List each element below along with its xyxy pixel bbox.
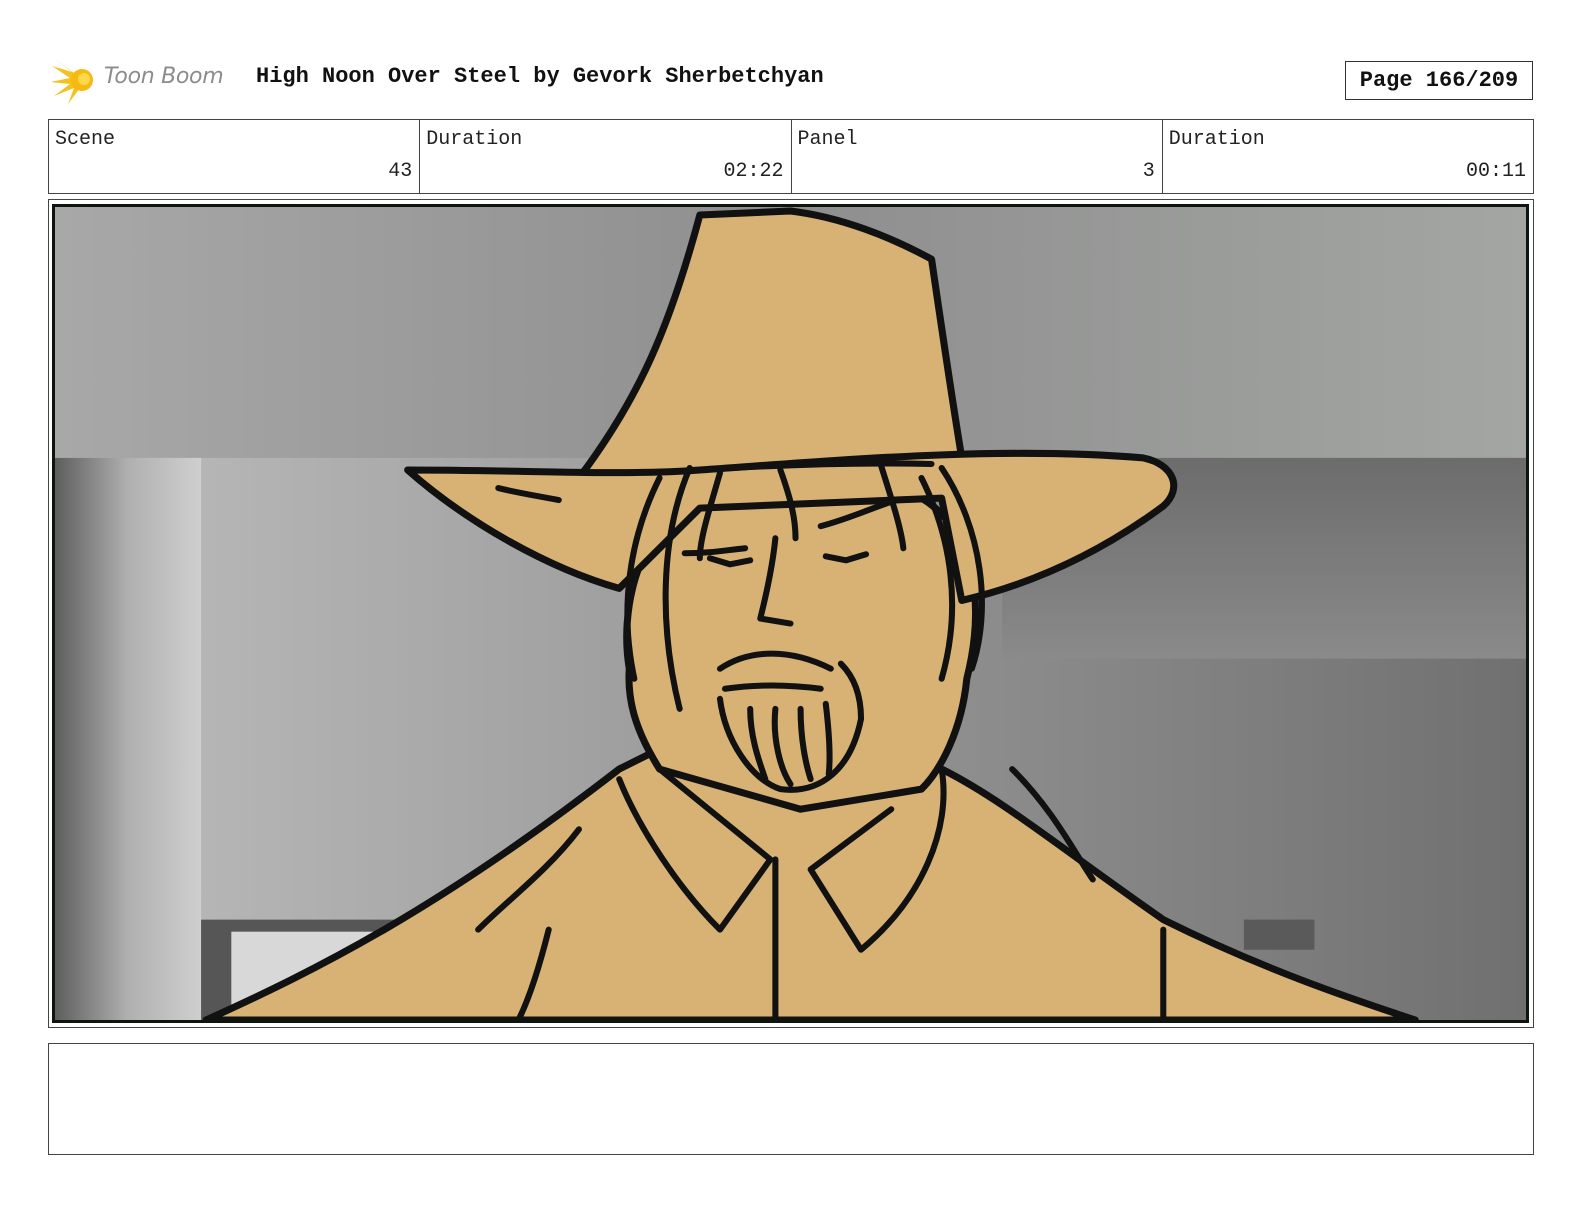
scene-label: Scene bbox=[55, 128, 116, 151]
scene-duration-value: 02:22 bbox=[723, 160, 784, 183]
logo-text: Toon Boom bbox=[104, 64, 224, 89]
page-number: Page 166/209 bbox=[1345, 61, 1533, 100]
storyboard-panel-image bbox=[52, 204, 1529, 1023]
document-title: High Noon Over Steel by Gevork Sherbetch… bbox=[256, 64, 824, 89]
info-table: Scene 43 Duration 02:22 Panel 3 Duration… bbox=[48, 119, 1534, 194]
scene-value: 43 bbox=[388, 160, 413, 183]
panel-duration-value: 00:11 bbox=[1465, 160, 1526, 183]
panel-label: Panel bbox=[797, 128, 858, 151]
panel-duration-label: Duration bbox=[1168, 128, 1265, 151]
panel-duration-cell: Duration 00:11 bbox=[1163, 120, 1533, 193]
scene-duration-label: Duration bbox=[426, 128, 523, 151]
panel-cell: Panel 3 bbox=[792, 120, 1163, 193]
panel-value: 3 bbox=[1142, 160, 1155, 183]
panel-notes-box bbox=[48, 1043, 1534, 1155]
scene-cell: Scene 43 bbox=[49, 120, 421, 193]
cowboy-sketch-image bbox=[55, 207, 1526, 1020]
scene-duration-cell: Duration 02:22 bbox=[420, 120, 792, 193]
